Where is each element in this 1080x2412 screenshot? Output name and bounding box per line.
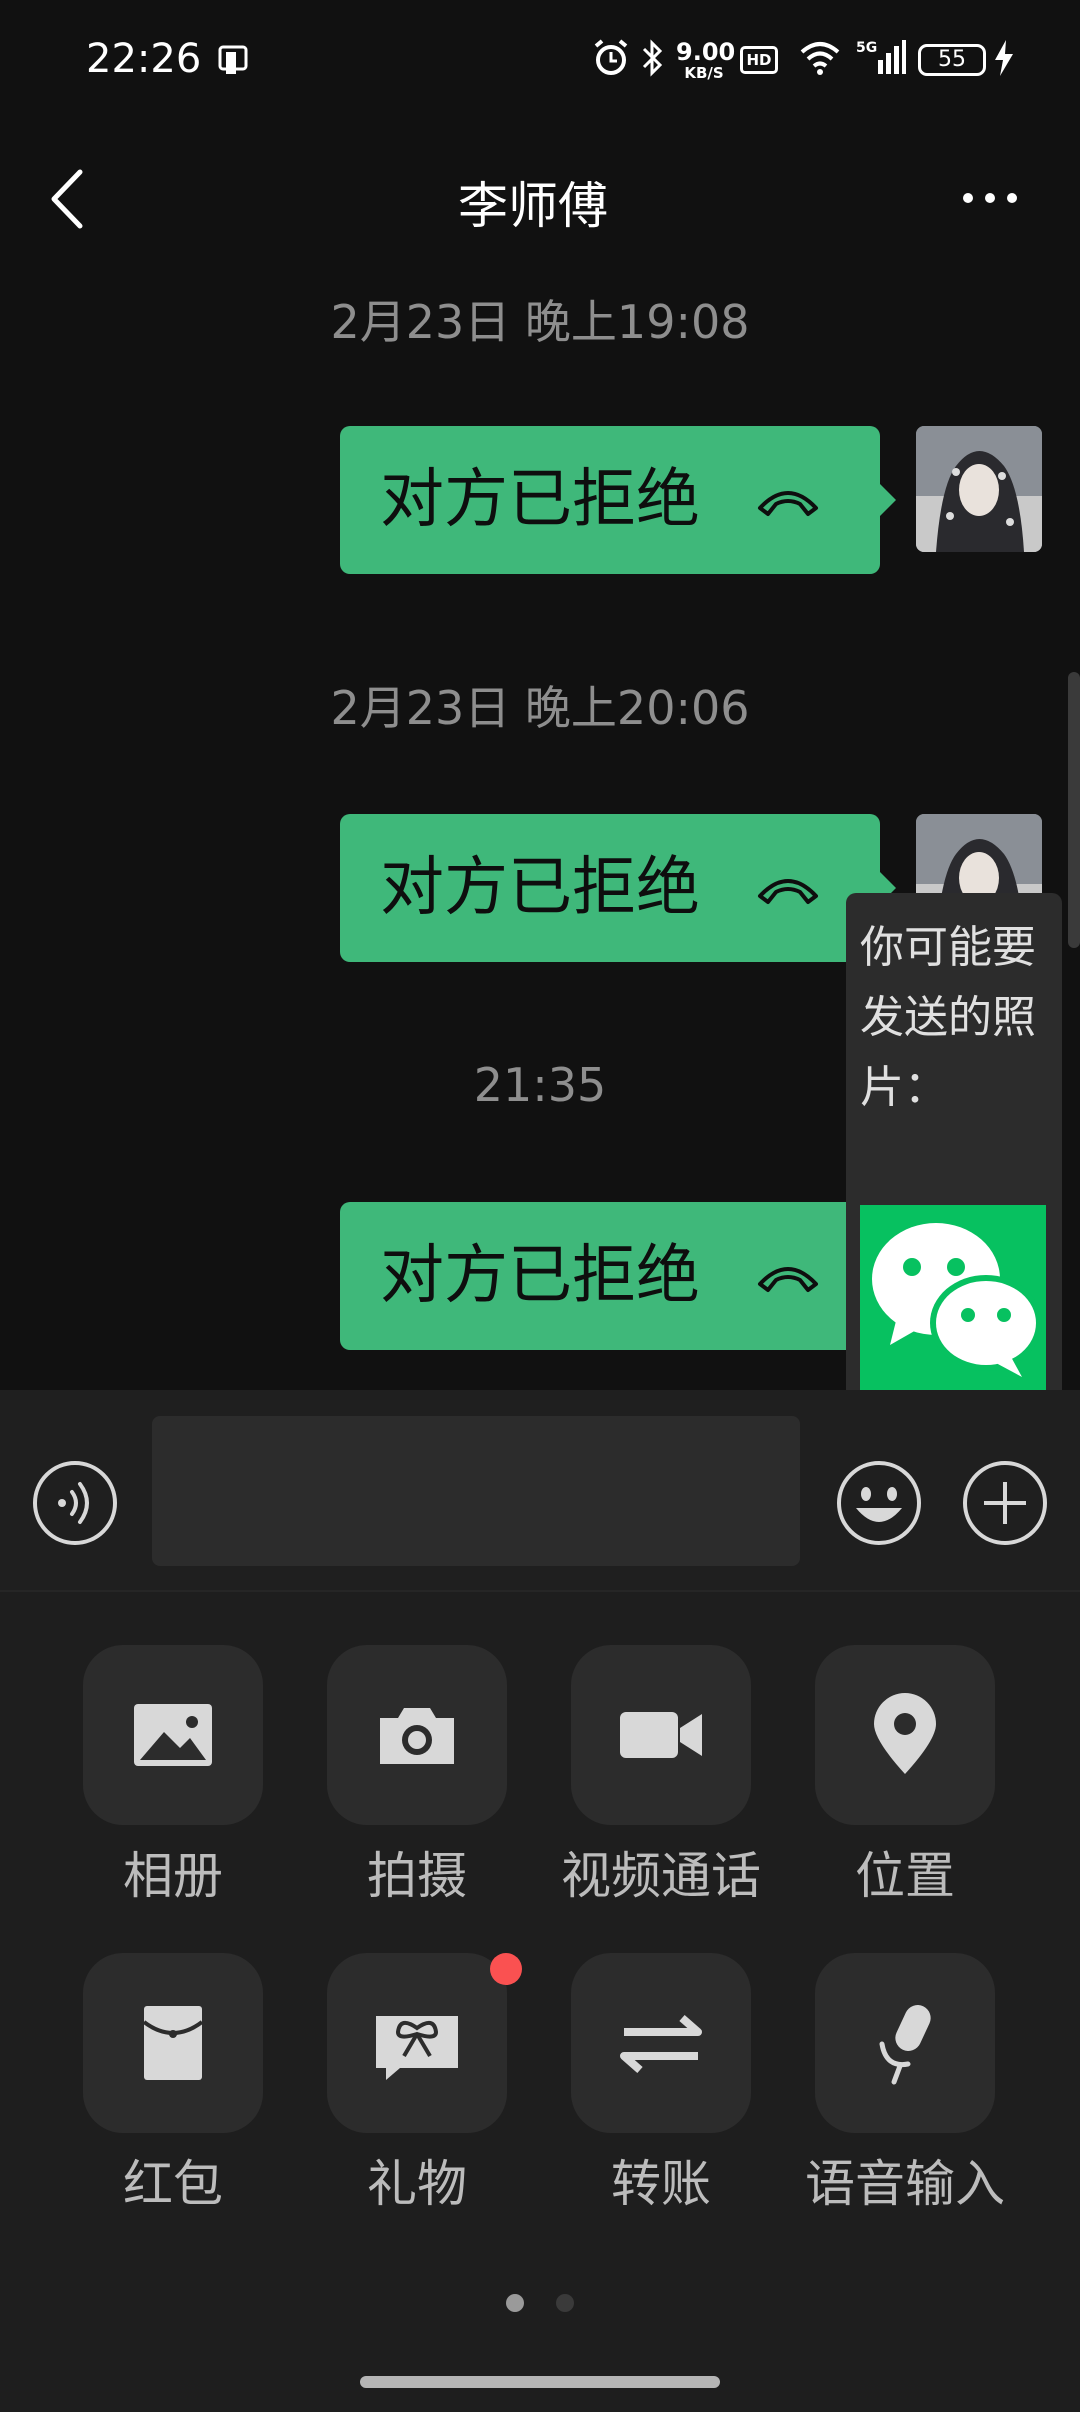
status-bar: 22:26 9.00 KB/S HD 5G 55 (0, 0, 1080, 120)
camera-label: 拍摄 (367, 1847, 467, 1905)
transfer-label: 转账 (611, 2155, 711, 2213)
message-timestamp: 2月23日 晚上20:06 (330, 681, 750, 735)
bluetooth-icon (642, 39, 663, 77)
gift-icon (376, 2016, 458, 2080)
gift-button[interactable] (327, 1953, 507, 2133)
charging-bolt-icon (995, 40, 1013, 76)
call-declined-message[interactable]: 对方已拒绝 (340, 814, 896, 962)
battery-indicator: 55 (918, 44, 986, 76)
message-input[interactable] (152, 1416, 800, 1566)
page-indicator-dot-active (506, 2294, 524, 2312)
hd-voice-icon: HD (740, 46, 778, 74)
red-packet-button[interactable] (83, 1953, 263, 2133)
photo-suggestion-text: 你可能要发送的照片： (860, 922, 1036, 1113)
photo-suggestion-popup[interactable]: 你可能要发送的照片： (846, 893, 1062, 1405)
video-icon (620, 1712, 702, 1758)
notification-app-icon (218, 45, 248, 74)
wifi-icon (800, 42, 840, 75)
scrollbar[interactable] (1068, 672, 1080, 948)
transfer-icon (620, 2014, 702, 2074)
video-call-label: 视频通话 (561, 1847, 761, 1905)
microphone-icon (879, 2005, 931, 2085)
message-text: 对方已拒绝 (380, 463, 700, 537)
avatar[interactable] (916, 426, 1042, 552)
location-label: 位置 (855, 1847, 955, 1905)
alarm-icon (594, 39, 628, 75)
red-packet-icon (142, 2006, 204, 2080)
add-more-icon[interactable] (960, 1458, 1050, 1548)
transfer-button[interactable] (571, 1953, 751, 2133)
more-options-icon[interactable] (960, 188, 1020, 208)
page-indicator-dot (556, 2294, 574, 2312)
status-time: 22:26 (86, 36, 202, 82)
network-speed: 9.00 KB/S (676, 38, 736, 82)
new-badge-dot (490, 1953, 522, 1985)
message-text: 对方已拒绝 (380, 1239, 700, 1313)
hang-up-phone-icon (758, 1267, 818, 1292)
red-packet-label: 红包 (123, 2155, 223, 2213)
wechat-logo-icon (872, 1223, 1042, 1377)
cellular-signal-icon (878, 40, 906, 74)
hang-up-phone-icon (758, 491, 818, 516)
gift-label: 礼物 (367, 2155, 467, 2213)
camera-button[interactable] (327, 1645, 507, 1825)
emoji-icon[interactable] (834, 1458, 924, 1548)
camera-icon (380, 1708, 454, 1764)
location-button[interactable] (815, 1645, 995, 1825)
location-pin-icon (874, 1693, 936, 1774)
video-call-button[interactable] (571, 1645, 751, 1825)
suggested-photo-thumbnail[interactable] (860, 1205, 1046, 1391)
voice-input-label: 语音输入 (805, 2155, 1005, 2213)
call-declined-message[interactable]: 对方已拒绝 (340, 1202, 880, 1350)
image-icon (134, 1704, 212, 1766)
album-button[interactable] (83, 1645, 263, 1825)
message-timestamp: 2月23日 晚上19:08 (330, 295, 750, 349)
home-indicator[interactable] (360, 2376, 720, 2388)
message-text: 对方已拒绝 (380, 851, 700, 925)
hang-up-phone-icon (758, 879, 818, 904)
voice-input-toggle-icon[interactable] (30, 1458, 120, 1548)
chat-title: 李师傅 (458, 177, 608, 235)
voice-input-button[interactable] (815, 1953, 995, 2133)
call-declined-message[interactable]: 对方已拒绝 (340, 426, 896, 574)
album-label: 相册 (123, 1847, 223, 1905)
